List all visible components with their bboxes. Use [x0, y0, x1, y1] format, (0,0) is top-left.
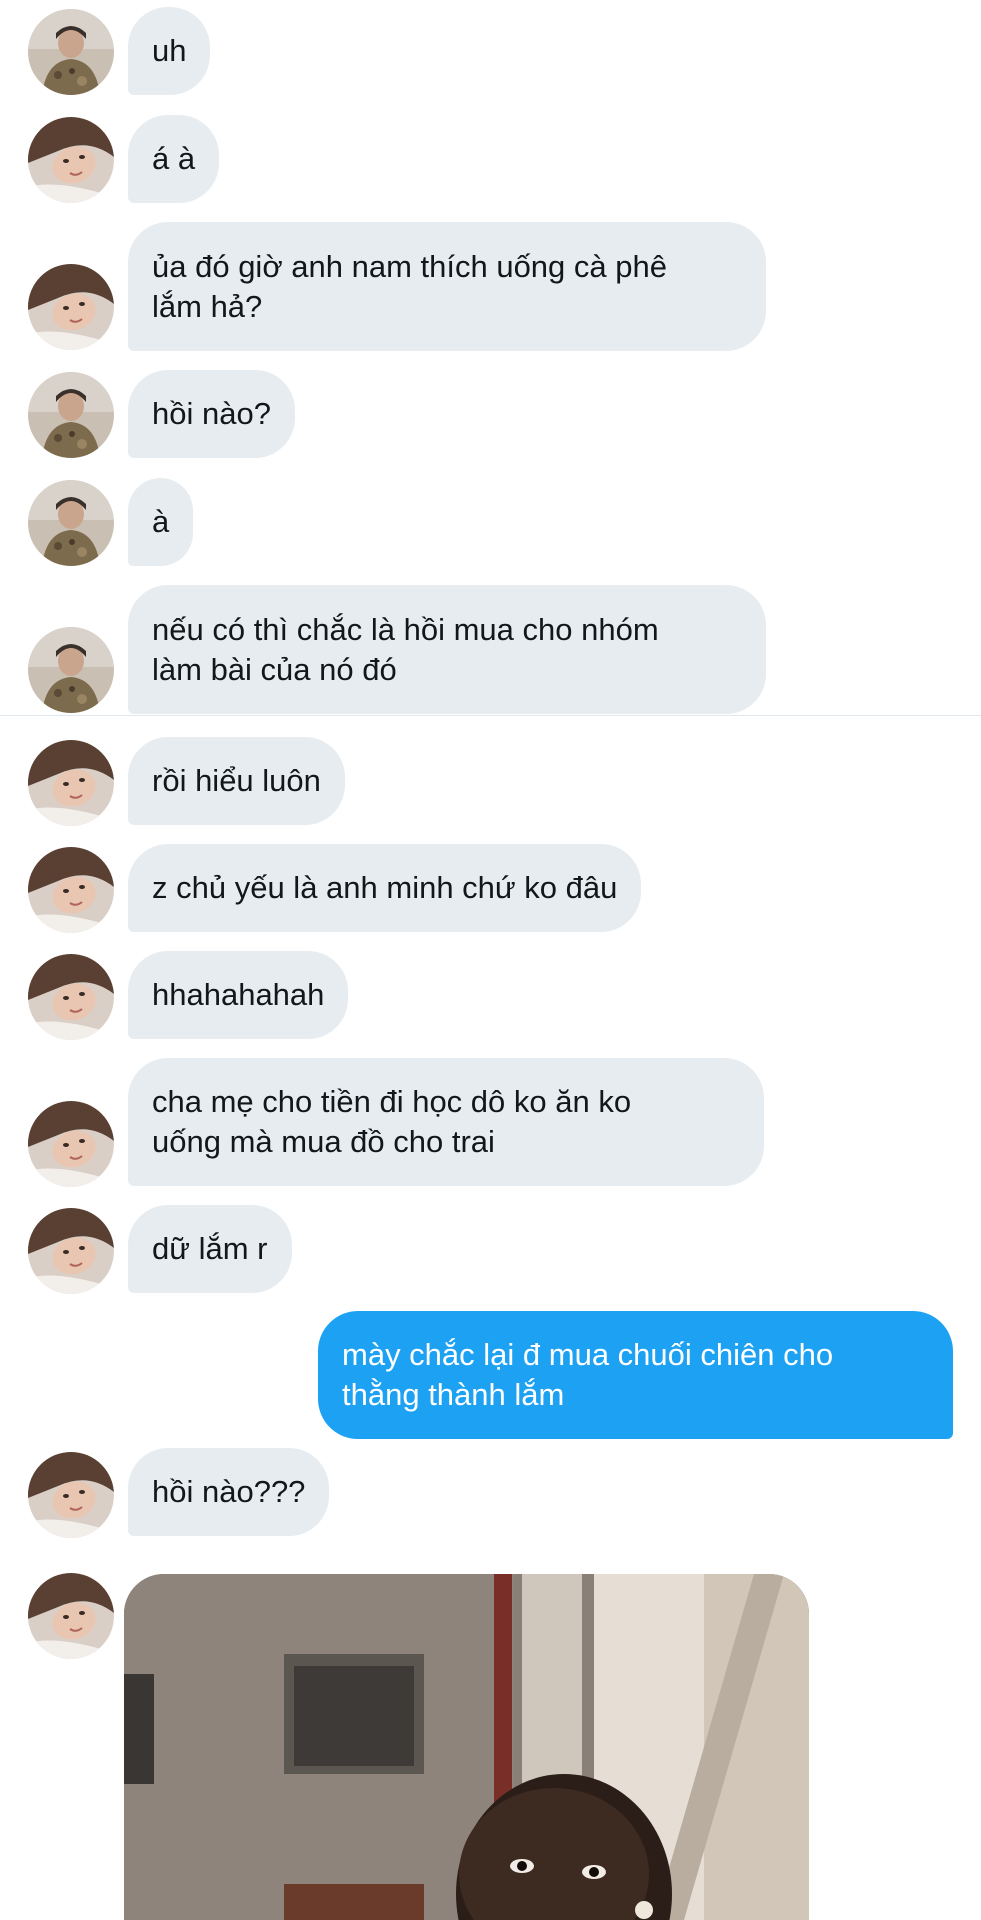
conversation-thread[interactable]: uh á à ủa đó giờ anh nam thích uống cà p… — [0, 0, 981, 1920]
message-text: mày chắc lại đ mua chuối chiên cho thằng… — [342, 1337, 834, 1412]
avatar-friend-b[interactable] — [28, 847, 114, 933]
avatar-friend-b[interactable] — [28, 740, 114, 826]
message-bubble[interactable]: à — [128, 478, 194, 566]
message-text: hồi nào? — [152, 396, 271, 431]
gif-reaction-image[interactable] — [124, 1574, 809, 1920]
avatar-friend-b[interactable] — [28, 264, 114, 350]
message-bubble[interactable]: nếu có thì chắc là hồi mua cho nhóm làm … — [128, 585, 766, 714]
message-bubble[interactable]: hhahahahah — [128, 951, 349, 1039]
message-bubble[interactable]: cha mẹ cho tiền đi học dô ko ăn ko uống … — [128, 1058, 764, 1186]
message-text: hhahahahah — [152, 977, 325, 1012]
message-text: uh — [152, 33, 187, 68]
avatar-friend-b[interactable] — [28, 1452, 114, 1538]
message-bubble[interactable]: dữ lắm r — [128, 1205, 292, 1293]
message-text: dữ lắm r — [152, 1231, 268, 1266]
message-bubble[interactable]: hồi nào??? — [128, 1448, 330, 1536]
avatar-friend-b[interactable] — [28, 1208, 114, 1294]
message-bubble[interactable]: á à — [128, 115, 220, 203]
message-text: rồi hiểu luôn — [152, 763, 321, 798]
avatar-friend-b[interactable] — [28, 117, 114, 203]
message-bubble[interactable]: z chủ yếu là anh minh chứ ko đâu — [128, 844, 642, 932]
avatar-friend-a[interactable] — [28, 372, 114, 458]
avatar-friend-b[interactable] — [28, 954, 114, 1040]
avatar-friend-a[interactable] — [28, 627, 114, 713]
avatar-friend-b[interactable] — [28, 1101, 114, 1187]
message-bubble[interactable]: rồi hiểu luôn — [128, 737, 345, 825]
message-bubble-outgoing[interactable]: mày chắc lại đ mua chuối chiên cho thằng… — [318, 1311, 953, 1439]
avatar-friend-b[interactable] — [28, 1573, 114, 1659]
message-bubble[interactable]: uh — [128, 7, 211, 95]
message-text: á à — [152, 141, 196, 176]
message-text: ủa đó giờ anh nam thích uống cà phê lắm … — [152, 248, 667, 324]
message-text: nếu có thì chắc là hồi mua cho nhóm làm … — [152, 611, 659, 687]
message-bubble[interactable]: hồi nào? — [128, 370, 295, 458]
message-text: hồi nào??? — [152, 1474, 306, 1509]
message-text: à — [152, 504, 170, 539]
avatar-friend-a[interactable] — [28, 480, 114, 566]
message-bubble[interactable]: ủa đó giờ anh nam thích uống cà phê lắm … — [128, 222, 766, 351]
message-text: cha mẹ cho tiền đi học dô ko ăn ko uống … — [152, 1084, 632, 1159]
message-text: z chủ yếu là anh minh chứ ko đâu — [152, 870, 618, 905]
divider — [0, 715, 981, 716]
avatar-friend-a[interactable] — [28, 9, 114, 95]
